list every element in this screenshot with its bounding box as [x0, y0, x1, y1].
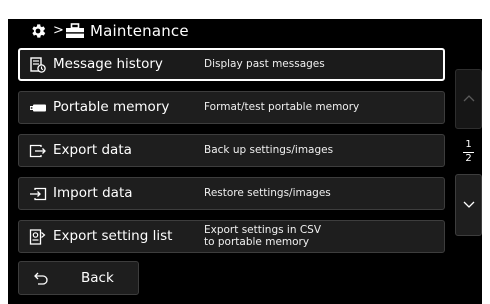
menu-item-message-history[interactable]: Message history Display past messages: [18, 48, 445, 81]
total-pages: 2: [465, 153, 472, 164]
gear-icon: [32, 24, 46, 38]
scroll-down-button[interactable]: [455, 174, 482, 236]
message-history-icon: [30, 57, 46, 73]
current-page: 1: [465, 139, 472, 150]
toolbox-icon: [66, 23, 84, 38]
menu-item-export-data[interactable]: Export data Back up settings/images: [18, 134, 445, 167]
export-icon: [29, 144, 46, 158]
back-label: Back: [81, 270, 114, 286]
menu-item-description: Format/test portable memory: [204, 101, 360, 113]
scroll-up-button[interactable]: [455, 69, 482, 129]
header-breadcrumb: > Maintenance: [8, 19, 482, 43]
breadcrumb-separator: >: [53, 23, 64, 38]
portable-memory-icon: [30, 104, 46, 112]
menu-item-description: Export settings in CSV to portable memory: [204, 224, 321, 248]
menu-item-label: Export data: [53, 142, 132, 158]
menu-item-description-line1: Export settings in CSV: [204, 224, 322, 236]
chevron-up-icon: [463, 95, 475, 102]
menu-item-label: Portable memory: [53, 99, 170, 115]
page-title: Maintenance: [90, 22, 189, 40]
menu-item-label: Export setting list: [53, 228, 173, 244]
back-button[interactable]: Back: [18, 261, 139, 295]
menu-item-description: Display past messages: [204, 58, 325, 70]
menu-item-description: Restore settings/images: [204, 187, 331, 199]
menu-item-export-setting-list[interactable]: Export setting list Export settings in C…: [18, 220, 445, 253]
back-arrow-icon: [34, 272, 48, 285]
export-setting-list-icon: [29, 229, 46, 245]
menu-item-label: Message history: [53, 56, 163, 72]
import-icon: [30, 187, 47, 201]
chevron-down-icon: [463, 201, 475, 208]
maintenance-screen: > Maintenance Message history Display pa…: [8, 19, 482, 304]
menu-item-description: Back up settings/images: [204, 144, 334, 156]
page-indicator: 1 2: [455, 137, 482, 167]
menu-item-description-line2: to portable memory: [204, 236, 310, 248]
menu-item-import-data[interactable]: Import data Restore settings/images: [18, 177, 445, 210]
menu-item-portable-memory[interactable]: Portable memory Format/test portable mem…: [18, 91, 445, 124]
menu-item-label: Import data: [53, 185, 133, 201]
